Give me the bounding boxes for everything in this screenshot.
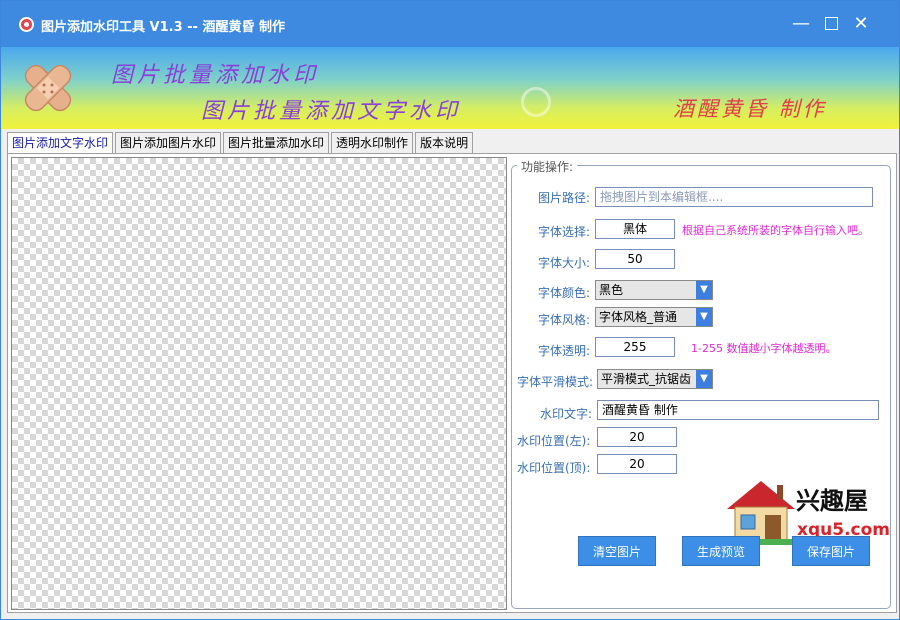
- font-style-select[interactable]: 字体风格_普通 ▼: [595, 307, 713, 327]
- font-select-label: 字体选择:: [538, 225, 591, 239]
- chevron-down-icon[interactable]: ▼: [696, 370, 712, 388]
- font-opacity-hint: 1-255 数值越小字体越透明。: [691, 342, 837, 355]
- swirl-decoration-icon: [521, 87, 551, 117]
- close-button[interactable]: ✕: [849, 13, 873, 35]
- chevron-down-icon[interactable]: ▼: [696, 308, 712, 326]
- banner-line-1: 图片批量添加水印: [111, 63, 320, 88]
- smooth-mode-value: 平滑模式_抗锯齿: [601, 372, 692, 386]
- font-opacity-label: 字体透明:: [538, 344, 591, 358]
- font-opacity-input[interactable]: 255: [595, 337, 675, 357]
- tab-version-info[interactable]: 版本说明: [415, 132, 474, 154]
- font-select-input[interactable]: 黑体: [595, 219, 675, 239]
- watermark-text-input[interactable]: 酒醒黄昏 制作: [597, 400, 879, 420]
- maximize-icon: [824, 17, 838, 30]
- font-select-hint: 根据自己系统所装的字体自行输入吧。: [682, 224, 869, 237]
- banner-line-2: 图片批量添加文字水印: [201, 99, 462, 124]
- banner-signature: 酒醒黄昏 制作: [673, 97, 827, 121]
- font-style-value: 字体风格_普通: [599, 310, 678, 324]
- chevron-down-icon[interactable]: ▼: [696, 281, 712, 299]
- app-window: 图片添加水印工具 V1.3 -- 酒醒黄昏 制作 — ✕ 图片批量添加水印 图片…: [0, 0, 900, 620]
- image-path-input[interactable]: 拖拽图片到本编辑框....: [595, 187, 873, 207]
- header-banner: 图片批量添加水印 图片批量添加文字水印 酒醒黄昏 制作: [1, 47, 899, 129]
- site-logo-name: 兴趣屋: [796, 487, 868, 515]
- smooth-mode-label: 字体平滑模式:: [517, 375, 594, 389]
- clear-image-button[interactable]: 清空图片: [578, 536, 656, 566]
- window-title: 图片添加水印工具 V1.3 -- 酒醒黄昏 制作: [41, 20, 285, 35]
- bandage-logo-icon: [24, 64, 72, 112]
- image-preview-canvas[interactable]: [11, 157, 507, 610]
- font-color-value: 黑色: [599, 283, 624, 297]
- generate-preview-button[interactable]: 生成预览: [682, 536, 760, 566]
- minimize-button[interactable]: —: [789, 13, 813, 35]
- font-style-label: 字体风格:: [538, 313, 591, 327]
- image-path-label: 图片路径:: [538, 191, 591, 205]
- position-top-label: 水印位置(顶):: [517, 461, 591, 475]
- tab-transparent-watermark[interactable]: 透明水印制作: [331, 132, 414, 154]
- title-bar[interactable]: 图片添加水印工具 V1.3 -- 酒醒黄昏 制作 — ✕: [1, 1, 899, 47]
- position-top-input[interactable]: 20: [597, 454, 677, 474]
- tab-bar: 图片添加文字水印 图片添加图片水印 图片批量添加水印 透明水印制作 版本说明: [7, 132, 475, 156]
- maximize-button[interactable]: [819, 13, 843, 35]
- position-left-label: 水印位置(左):: [517, 434, 591, 448]
- save-image-button[interactable]: 保存图片: [792, 536, 870, 566]
- font-color-label: 字体颜色:: [538, 286, 591, 300]
- smooth-mode-select[interactable]: 平滑模式_抗锯齿 ▼: [597, 369, 713, 389]
- tab-image-watermark[interactable]: 图片添加图片水印: [115, 132, 222, 154]
- position-left-input[interactable]: 20: [597, 427, 677, 447]
- font-color-select[interactable]: 黑色 ▼: [595, 280, 713, 300]
- font-size-label: 字体大小:: [538, 256, 591, 270]
- watermark-text-label: 水印文字:: [540, 407, 593, 421]
- groupbox-legend: 功能操作:: [517, 158, 578, 175]
- app-icon: [19, 17, 34, 32]
- font-size-input[interactable]: 50: [595, 249, 675, 269]
- tab-batch-watermark[interactable]: 图片批量添加水印: [223, 132, 330, 154]
